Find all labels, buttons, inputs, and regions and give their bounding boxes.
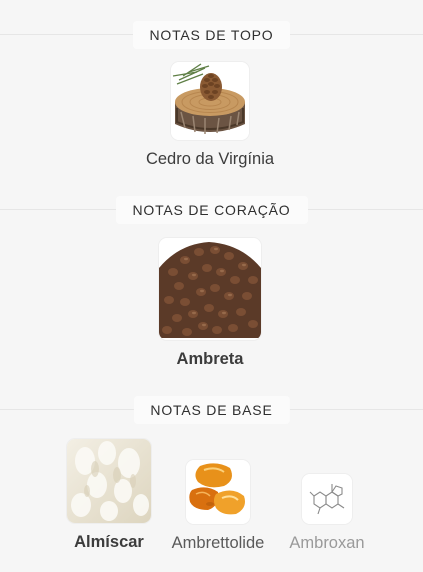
amber-stones-icon <box>186 460 250 524</box>
ambrette-seeds-icon <box>159 238 261 340</box>
note-name: Cedro da Virgínia <box>145 150 275 168</box>
section-title-heart-notes: NOTAS DE CORAÇÃO <box>115 196 308 224</box>
note-item-cedro[interactable]: Cedro da Virgínia <box>140 62 280 169</box>
section-title-top-notes: NOTAS DE TOPO <box>132 21 291 49</box>
note-item-ambreta[interactable]: Ambreta <box>140 238 280 369</box>
note-item-almiscar[interactable]: Almíscar <box>64 439 154 552</box>
molecule-icon <box>302 474 352 524</box>
note-name: Ambrettolide <box>171 534 265 552</box>
musk-icon <box>67 439 151 523</box>
note-name: Ambreta <box>176 350 244 368</box>
note-name: Almíscar <box>74 533 144 551</box>
note-name: Ambroxan <box>289 534 365 552</box>
cedar-wood-icon <box>171 62 249 140</box>
note-item-ambroxan[interactable]: Ambroxan <box>282 474 372 553</box>
note-item-ambrettolide[interactable]: Ambrettolide <box>160 460 276 553</box>
section-title-base-notes: NOTAS DE BASE <box>133 396 290 424</box>
